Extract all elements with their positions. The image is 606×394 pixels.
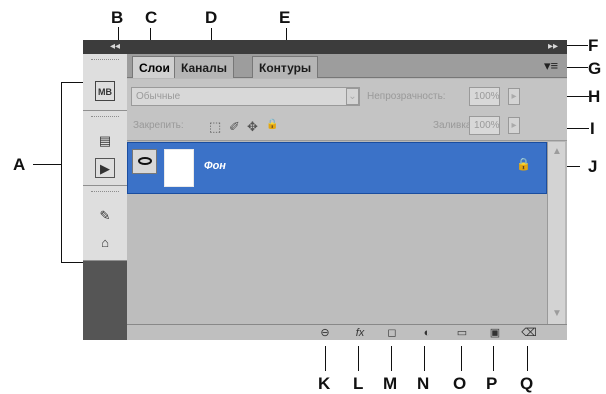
callout-line-k xyxy=(325,346,326,371)
dock-grip[interactable] xyxy=(91,59,119,61)
collapse-right-icon[interactable]: ▸▸ xyxy=(548,40,558,54)
annotated-photoshop-layers-panel: A B C D E F G H I J K L M N O P Q R ◂◂ ▸… xyxy=(0,0,606,394)
folder-icon[interactable]: ▭ xyxy=(454,325,470,341)
mb-icon[interactable]: MB xyxy=(95,81,115,101)
callout-line-b xyxy=(118,27,119,40)
adjustment-icon[interactable]: ◐ xyxy=(419,325,435,341)
brush-preset-icon[interactable]: ✎ xyxy=(95,206,115,226)
opacity-input[interactable]: 100% xyxy=(469,87,500,106)
layer-row-background[interactable]: Фон 🔒 xyxy=(127,142,547,194)
callout-bracket-a-top-tick xyxy=(61,82,83,83)
layer-thumbnail xyxy=(164,149,194,187)
trash-icon[interactable]: ⌫ xyxy=(521,325,537,341)
lock-move-icon[interactable]: ✥ xyxy=(247,119,258,135)
tab-channels[interactable]: Каналы xyxy=(174,56,234,78)
dock-group-2: ▤ ▶ xyxy=(83,111,127,186)
history-icon[interactable]: ▤ xyxy=(95,131,115,151)
callout-g: G xyxy=(588,59,602,78)
layer-name[interactable]: Фон xyxy=(204,160,226,172)
opacity-stepper[interactable]: ▸ xyxy=(508,88,520,105)
callout-m: M xyxy=(383,374,398,393)
callout-line-l xyxy=(358,346,359,371)
callout-bracket-a-top xyxy=(61,82,62,262)
callout-line-m xyxy=(391,346,392,371)
panel-title-bar[interactable] xyxy=(83,40,567,54)
lock-all-icon[interactable]: 🔒 xyxy=(266,119,278,130)
panel-tabs: Слои Каналы Контуры ▾≡ xyxy=(127,54,567,78)
layers-scrollbar[interactable]: ▲ ▼ xyxy=(547,142,565,324)
callout-h: H xyxy=(588,87,601,106)
callout-line-q xyxy=(527,346,528,371)
tab-layers[interactable]: Слои xyxy=(132,56,177,78)
callout-b: B xyxy=(111,8,124,27)
callout-line-p xyxy=(493,346,494,371)
layer-controls: Обычные ⌄ Непрозрачность: 100% ▸ Закрепи… xyxy=(127,79,567,141)
callout-o: O xyxy=(453,374,467,393)
callout-c: C xyxy=(145,8,158,27)
eye-icon xyxy=(138,157,152,165)
callout-e: E xyxy=(279,8,291,27)
play-icon[interactable]: ▶ xyxy=(95,158,115,178)
stamp-icon[interactable]: ⌂ xyxy=(95,233,115,253)
scroll-down-icon[interactable]: ▼ xyxy=(552,308,562,319)
dock-grip[interactable] xyxy=(91,116,119,118)
lock-paint-icon[interactable]: ✐ xyxy=(229,119,240,135)
callout-q: Q xyxy=(520,374,534,393)
callout-k: K xyxy=(318,374,331,393)
lock-transparent-icon[interactable]: ⬚ xyxy=(209,119,221,135)
opacity-label: Непрозрачность: xyxy=(367,91,446,102)
blend-mode-arrow-icon[interactable]: ⌄ xyxy=(346,88,359,105)
dock-grip[interactable] xyxy=(91,191,119,193)
tab-paths[interactable]: Контуры xyxy=(252,56,319,78)
layer-lock-icon: 🔒 xyxy=(516,157,531,171)
callout-i: I xyxy=(590,119,595,138)
fx-icon[interactable]: fx xyxy=(352,325,368,341)
callout-line-n xyxy=(424,346,425,371)
layers-footer: ⊖ fx ◻ ◐ ▭ ▣ ⌫ xyxy=(127,324,567,340)
callout-j: J xyxy=(588,157,598,176)
blend-mode-select[interactable]: Обычные xyxy=(131,87,360,106)
scroll-up-icon[interactable]: ▲ xyxy=(552,146,562,157)
dock-group-1: MB xyxy=(83,54,127,111)
link-icon[interactable]: ⊖ xyxy=(317,325,333,341)
callout-n: N xyxy=(417,374,430,393)
dock-group-3: ✎ ⌂ xyxy=(83,186,127,261)
layers-panel: Слои Каналы Контуры ▾≡ Обычные ⌄ Непрозр… xyxy=(127,54,567,340)
panel-menu-icon[interactable]: ▾≡ xyxy=(540,59,562,73)
mask-icon[interactable]: ◻ xyxy=(384,325,400,341)
new-layer-icon[interactable]: ▣ xyxy=(487,325,503,341)
lock-label: Закрепить: xyxy=(133,120,184,131)
fill-stepper[interactable]: ▸ xyxy=(508,117,520,134)
callout-line-a xyxy=(33,164,61,165)
callout-f: F xyxy=(588,36,599,55)
callout-a: A xyxy=(13,155,26,174)
callout-line-o xyxy=(461,346,462,371)
callout-d: D xyxy=(205,8,218,27)
fill-input[interactable]: 100% xyxy=(469,116,500,135)
callout-l: L xyxy=(353,374,364,393)
collapse-left-icon[interactable]: ◂◂ xyxy=(110,40,120,54)
visibility-toggle[interactable] xyxy=(132,149,157,174)
callout-p: P xyxy=(486,374,498,393)
panel-dock: MB ▤ ▶ ✎ ⌂ xyxy=(83,54,127,340)
layers-list: Фон 🔒 xyxy=(127,142,547,324)
callout-bracket-a-bottom-tick xyxy=(61,262,83,263)
